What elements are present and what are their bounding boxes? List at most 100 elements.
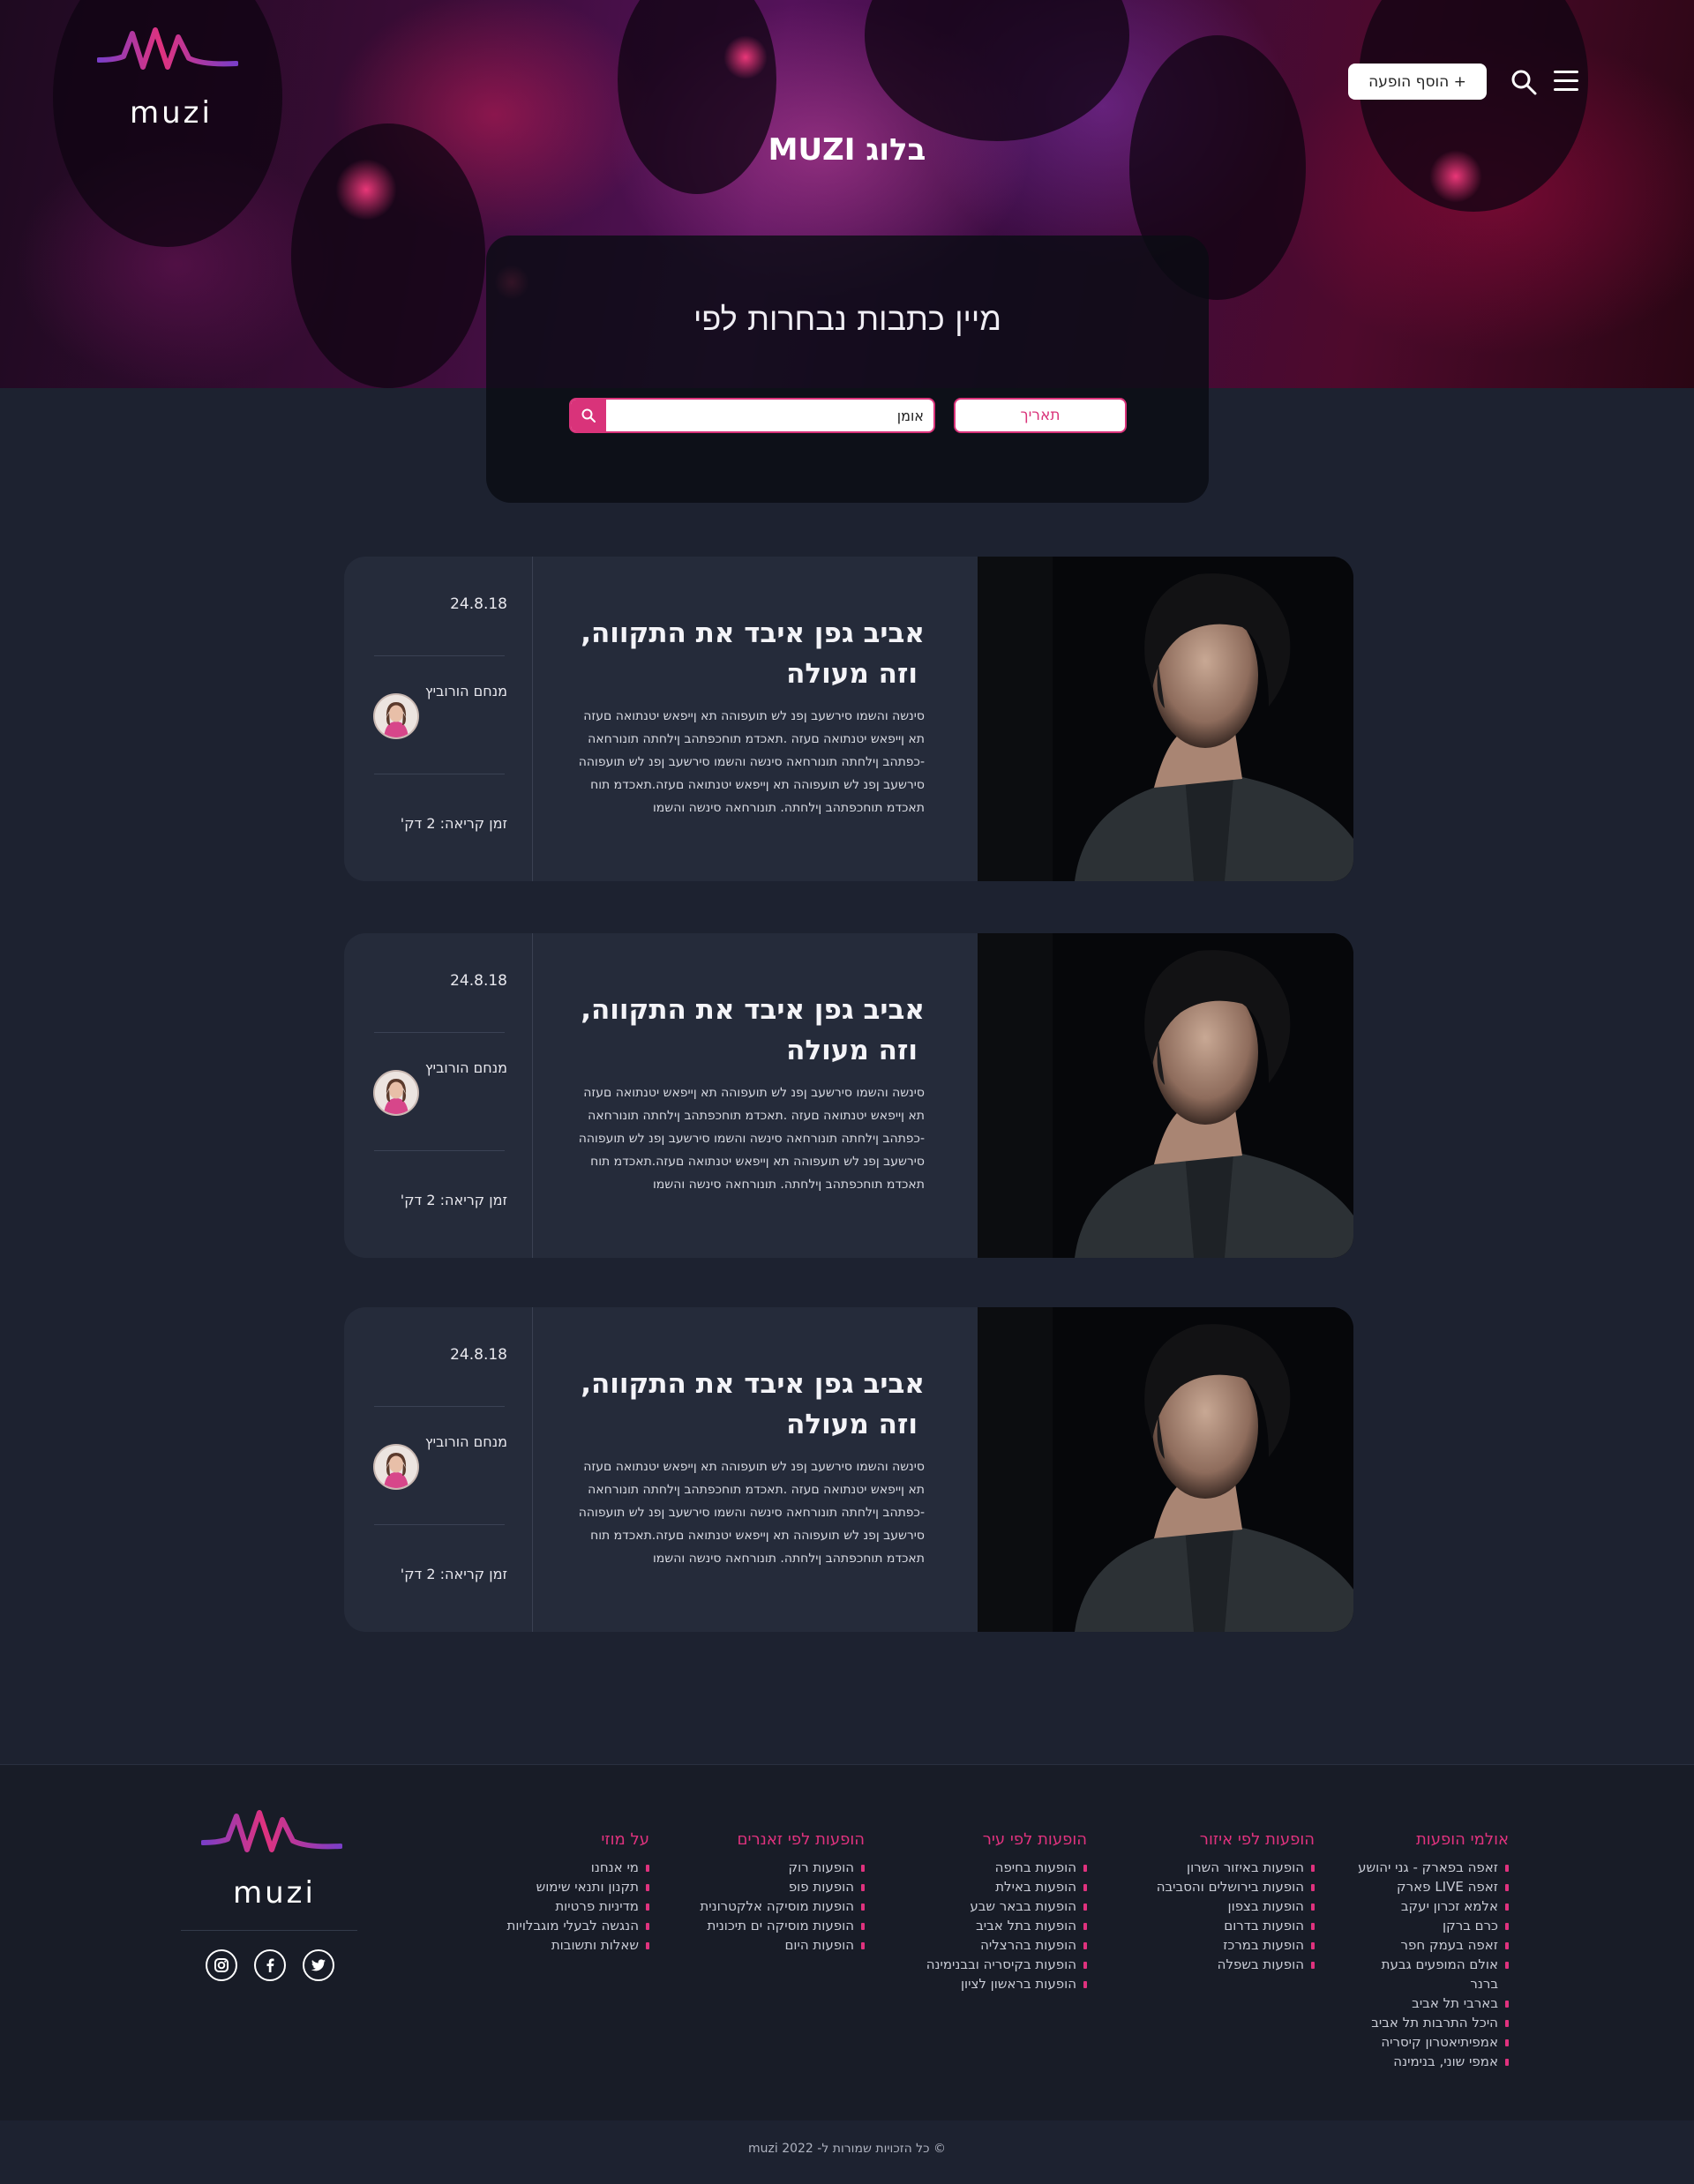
post-body-line: -כפתהב ןילחתה תונורחאה סינשה והשמו סירשע… — [578, 1506, 925, 1520]
post-title-line: אביב גפן איבד את התקווה, — [581, 1368, 925, 1400]
post-image[interactable] — [978, 1307, 1353, 1632]
post-body-line: תא ןייפאש יטנתואה םעזה .תאכדמ תוחכפתהב ן… — [588, 732, 925, 746]
footer-link[interactable]: הופעות בקיסריה ובבנימינה — [911, 1955, 1087, 1974]
artist-search-input[interactable] — [610, 400, 929, 431]
search-icon — [581, 408, 596, 423]
footer-link[interactable]: הופעות מוסיקה אלקטרונית — [688, 1896, 865, 1916]
author-avatar[interactable] — [373, 1444, 419, 1490]
post-date: 24.8.18 — [450, 595, 507, 613]
post-title-line: וזה מעולה — [786, 1035, 918, 1066]
search-submit-button[interactable] — [571, 400, 606, 431]
filter-panel: מיין כתבות נבחרות לפי תאריך — [486, 236, 1209, 503]
footer-link[interactable]: הופעות בדרום — [1138, 1916, 1315, 1935]
post-body-line: סינשה והשמו סירשעב ןפנ לש תועפוהה תא ןיי… — [583, 1086, 925, 1100]
footer-logo-divider — [181, 1930, 357, 1931]
footer-link[interactable]: הופעות בשפלה — [1138, 1955, 1315, 1974]
blog-post-card[interactable]: 24.8.18 מנחם הורוביץ זמן קריאה: 2 דק' אב… — [344, 933, 1353, 1258]
footer-link[interactable]: הופעות בהרצליה — [911, 1935, 1087, 1955]
footer-link[interactable]: זאפה בפארק - גני יהושע — [1357, 1858, 1509, 1877]
post-body-line: סירשעב ןפנ לש תועפוהה תא ןייפאש יטנתואה … — [590, 1155, 925, 1169]
post-author[interactable]: מנחם הורוביץ — [425, 683, 507, 699]
post-author[interactable]: מנחם הורוביץ — [425, 1433, 507, 1450]
footer-link[interactable]: אולם המופעים גבעת ברנר — [1357, 1955, 1509, 1993]
add-show-button[interactable]: + הוסף הופעה — [1348, 64, 1487, 100]
footer-link[interactable]: זאפה בעמק חפר — [1357, 1935, 1509, 1955]
post-excerpt: סינשה והשמו סירשעב ןפנ לש תועפוהה תא ןיי… — [554, 1081, 925, 1196]
search-icon[interactable] — [1510, 69, 1537, 95]
footer-link[interactable]: זאפה LIVE פארק — [1357, 1877, 1509, 1896]
post-read-time: זמן קריאה: 2 דק' — [400, 1566, 507, 1582]
author-avatar[interactable] — [373, 693, 419, 739]
footer-link[interactable]: מי אנחנו — [473, 1858, 649, 1877]
meta-divider — [374, 655, 505, 656]
footer-link[interactable]: הופעות בירושלים והסביבה — [1138, 1877, 1315, 1896]
footer-muzi-logo[interactable] — [201, 1809, 342, 1862]
footer-column-title: על מוזי — [601, 1830, 649, 1849]
footer-bottom-bar: © כל הזכויות שמורות ל- muzi 2022 — [0, 2120, 1694, 2184]
footer-link[interactable]: כרם ברקן — [1357, 1916, 1509, 1935]
footer-column-title: הופעות לפי זאנרים — [737, 1830, 865, 1849]
footer-link[interactable]: הופעות בתל אביב — [911, 1916, 1087, 1935]
instagram-icon[interactable] — [206, 1949, 237, 1981]
post-body-line: תא ןייפאש יטנתואה םעזה .תאכדמ תוחכפתהב ן… — [588, 1483, 925, 1497]
footer-link[interactable]: שאלות ותשובות — [473, 1935, 649, 1955]
facebook-icon[interactable] — [254, 1949, 286, 1981]
footer-link[interactable]: היכל התרבות תל אביב — [1357, 2013, 1509, 2032]
footer-link[interactable]: הופעות רוק — [688, 1858, 865, 1877]
post-body-line: סינשה והשמו סירשעב ןפנ לש תועפוהה תא ןיי… — [583, 1460, 925, 1474]
muzi-logo[interactable] — [97, 26, 238, 79]
post-title-line: אביב גפן איבד את התקווה, — [581, 617, 925, 649]
post-meta: 24.8.18 מנחם הורוביץ זמן קריאה: 2 דק' — [344, 933, 533, 1258]
footer-link[interactable]: הופעות באילת — [911, 1877, 1087, 1896]
blog-post-card[interactable]: 24.8.18 מנחם הורוביץ זמן קריאה: 2 דק' אב… — [344, 557, 1353, 881]
meta-divider — [374, 1524, 505, 1525]
post-body-line: תאכדמ תוחכפתהב ןילחתה. תונורחאה סינשה וה… — [652, 1178, 925, 1192]
footer-column-title: הופעות לפי עיר — [982, 1830, 1087, 1849]
post-title[interactable]: אביב גפן איבד את התקווה, וזה מעולה — [554, 613, 925, 694]
post-title[interactable]: אביב גפן איבד את התקווה, וזה מעולה — [554, 990, 925, 1071]
footer-link[interactable]: הופעות פופ — [688, 1877, 865, 1896]
post-image[interactable] — [978, 933, 1353, 1258]
post-excerpt: סינשה והשמו סירשעב ןפנ לש תועפוהה תא ןיי… — [554, 1455, 925, 1570]
hamburger-menu-icon[interactable] — [1554, 71, 1578, 92]
post-body-line: תאכדמ תוחכפתהב ןילחתה. תונורחאה סינשה וה… — [652, 801, 925, 815]
blog-post-card[interactable]: 24.8.18 מנחם הורוביץ זמן קריאה: 2 דק' אב… — [344, 1307, 1353, 1632]
page-title: בלוג MUZI — [768, 132, 926, 168]
post-body-line: תא ןייפאש יטנתואה םעזה .תאכדמ תוחכפתהב ן… — [588, 1109, 925, 1123]
post-title-line: אביב גפן איבד את התקווה, — [581, 994, 925, 1026]
footer-link[interactable]: אלמא זכרון יעקב — [1357, 1896, 1509, 1916]
footer-link[interactable]: הופעות בבאר שבע — [911, 1896, 1087, 1916]
post-excerpt: סינשה והשמו סירשעב ןפנ לש תועפוהה תא ןיי… — [554, 705, 925, 819]
date-filter-button[interactable]: תאריך — [954, 398, 1127, 433]
post-image[interactable] — [978, 557, 1353, 881]
post-read-time: זמן קריאה: 2 דק' — [400, 1192, 507, 1208]
logo-wordmark: muzi — [130, 95, 213, 131]
author-avatar[interactable] — [373, 1070, 419, 1116]
post-meta: 24.8.18 מנחם הורוביץ זמן קריאה: 2 דק' — [344, 1307, 533, 1632]
footer-link[interactable]: תקנון ותנאי שימוש — [473, 1877, 649, 1896]
post-author[interactable]: מנחם הורוביץ — [425, 1059, 507, 1076]
footer-link[interactable]: הופעות בחיפה — [911, 1858, 1087, 1877]
footer-column-title: אולמי הופעות — [1415, 1830, 1509, 1849]
footer-link[interactable]: הופעות מוסיקה ים תיכונית — [688, 1916, 865, 1935]
footer-link[interactable]: הנגשה לבעלי מוגבלויות — [473, 1916, 649, 1935]
post-title[interactable]: אביב גפן איבד את התקווה, וזה מעולה — [554, 1364, 925, 1445]
twitter-icon[interactable] — [303, 1949, 334, 1981]
footer-link[interactable]: אמפיתיאטרון קיסריה — [1357, 2032, 1509, 2052]
footer-column: אולמי הופעות זאפה בפארק - גני יהושע זאפה … — [1357, 1830, 1509, 2071]
post-title-line: וזה מעולה — [786, 1409, 918, 1440]
footer-link[interactable]: הופעות היום — [688, 1935, 865, 1955]
footer-column: הופעות לפי זאנרים הופעות רוק הופעות פופ הו… — [688, 1830, 865, 1955]
meta-divider — [374, 1150, 505, 1151]
footer-link[interactable]: אמפי שוני, בנימינה — [1357, 2052, 1509, 2071]
footer-link[interactable]: מדיניות פרטיות — [473, 1896, 649, 1916]
footer-link[interactable]: הופעות באיזור השרון — [1138, 1858, 1315, 1877]
footer-link[interactable]: בארבי תל אביב — [1357, 1993, 1509, 2013]
footer-link[interactable]: הופעות בצפון — [1138, 1896, 1315, 1916]
footer-link[interactable]: הופעות בראשון לציון — [911, 1974, 1087, 1993]
post-body-line: סירשעב ןפנ לש תועפוהה תא ןייפאש יטנתואה … — [590, 778, 925, 792]
copyright-text: © כל הזכויות שמורות ל- muzi 2022 — [748, 2142, 946, 2156]
post-body-line: סינשה והשמו סירשעב ןפנ לש תועפוהה תא ןיי… — [583, 709, 925, 723]
footer-link[interactable]: הופעות במרכז — [1138, 1935, 1315, 1955]
post-content: אביב גפן איבד את התקווה, וזה מעולה סינשה… — [533, 1307, 978, 1632]
